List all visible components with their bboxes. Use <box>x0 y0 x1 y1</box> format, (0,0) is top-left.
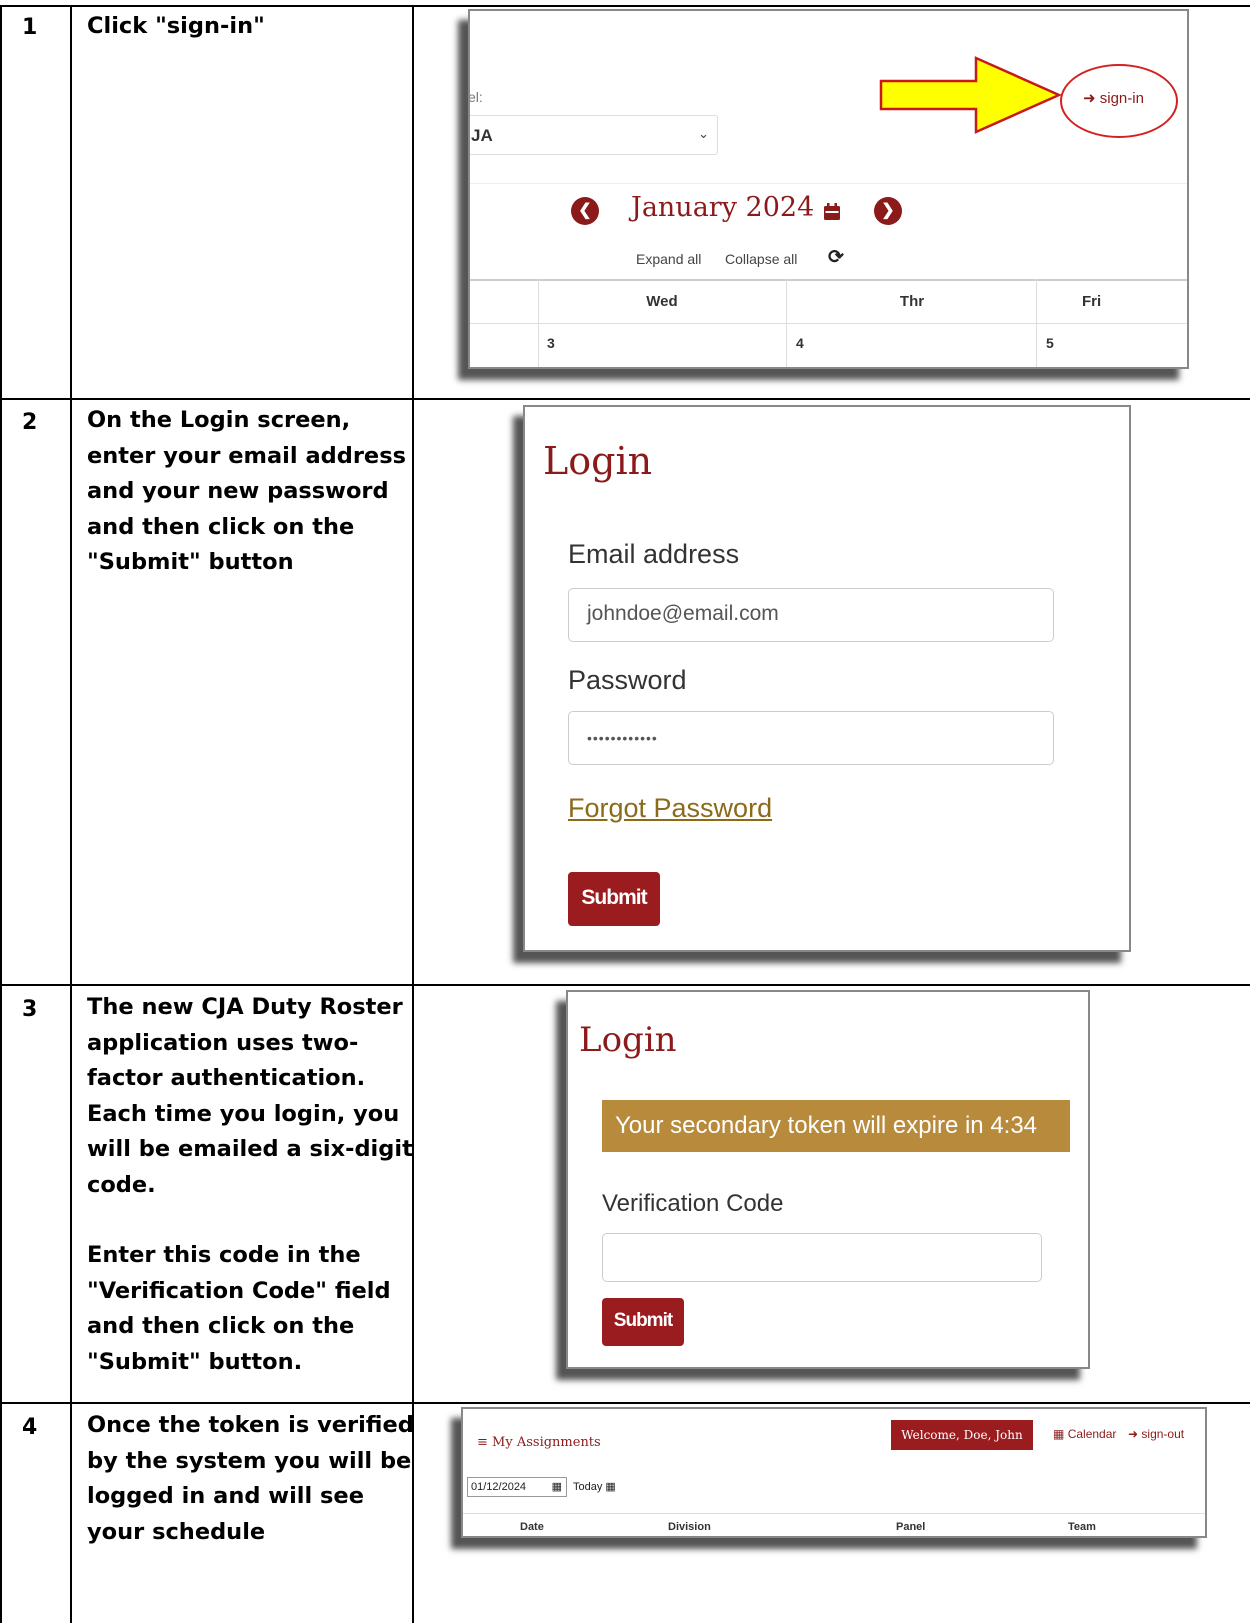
calendar-icon[interactable] <box>822 202 842 222</box>
month-title: January 2024 <box>631 192 815 223</box>
next-month-button[interactable]: ❯ <box>874 197 902 225</box>
row-divider-3 <box>0 1402 1250 1404</box>
row-divider-1 <box>0 398 1250 400</box>
table-border-top <box>0 5 1250 7</box>
screenshot-assignments: ≡ My Assignments Welcome, Doe, John ▦ Ca… <box>461 1407 1207 1538</box>
chevron-left-icon: ❮ <box>578 202 592 219</box>
forgot-password-link[interactable]: Forgot Password <box>568 793 772 824</box>
calendar-grid-header-line <box>470 323 1187 324</box>
day-header-wed: Wed <box>646 293 678 310</box>
day-header-fri: Fri <box>1082 293 1102 310</box>
chevron-right-icon: ❯ <box>881 202 895 219</box>
calendar-grid-top <box>470 279 1187 281</box>
step-text: Click "sign-in" <box>87 13 265 39</box>
instructions-table: 1 Click "sign-in" el: JA ⌄ ❮ January 202… <box>0 5 1250 1623</box>
screenshot-calendar: el: JA ⌄ ❮ January 2024 ❯ Expand all Col… <box>468 9 1189 369</box>
my-assignments-label: My Assignments <box>492 1435 601 1450</box>
email-label: Email address <box>568 539 740 569</box>
row-divider-2 <box>0 984 1250 986</box>
header-divider <box>470 183 1187 184</box>
step-text: The new CJA Duty Roster application uses… <box>87 994 413 1198</box>
email-value: johndoe@email.com <box>587 602 779 625</box>
screenshot-login: Login Email address johndoe@email.com Pa… <box>523 405 1131 952</box>
checklist-icon: ≡ <box>477 1435 488 1450</box>
step-number: 1 <box>22 15 38 40</box>
step-text: Once the token is verified by the system… <box>87 1412 414 1545</box>
my-assignments-title: ≡ My Assignments <box>477 1435 601 1450</box>
email-field[interactable]: johndoe@email.com <box>568 588 1054 642</box>
expand-all-link[interactable]: Expand all <box>636 251 701 267</box>
screenshot-verification: Login Your secondary token will expire i… <box>566 990 1090 1369</box>
password-field[interactable]: •••••••••••• <box>568 711 1054 765</box>
column-header-date: Date <box>520 1521 544 1533</box>
submit-button[interactable]: Submit <box>568 872 660 926</box>
chevron-down-icon: ⌄ <box>698 126 709 141</box>
calendar-link[interactable]: ▦ Calendar <box>1053 1427 1116 1441</box>
today-button[interactable]: Today ▦ <box>573 1480 616 1493</box>
date-cell-number: 5 <box>1046 335 1054 351</box>
step-text: On the Login screen, enter your email ad… <box>87 407 406 575</box>
day-header-thr: Thr <box>899 293 925 310</box>
prev-month-button[interactable]: ❮ <box>571 197 599 225</box>
calendar-icon: ▦ <box>1053 1427 1065 1441</box>
calendar-column-line <box>786 279 787 367</box>
login-title: Login <box>579 1020 677 1060</box>
step-description: The new CJA Duty Roster application uses… <box>87 990 417 1380</box>
step-number: 4 <box>22 1415 38 1440</box>
calendar-icon: ▦ <box>605 1481 616 1493</box>
column-header-division: Division <box>668 1521 711 1533</box>
table-header-divider <box>463 1513 1205 1514</box>
welcome-badge[interactable]: Welcome, Doe, John <box>891 1420 1033 1450</box>
table-border-left <box>0 5 2 1623</box>
panel-select[interactable]: JA ⌄ <box>470 115 718 155</box>
sign-out-icon: ➜ <box>1128 1427 1139 1441</box>
calendar-link-label: Calendar <box>1067 1427 1117 1441</box>
password-label: Password <box>568 665 687 695</box>
step-text: Enter this code in the "Verification Cod… <box>87 1242 391 1375</box>
date-value: 01/12/2024 <box>471 1481 527 1493</box>
step-number: 2 <box>22 410 38 435</box>
step-description: Click "sign-in" <box>87 9 417 45</box>
login-title: Login <box>543 439 653 483</box>
panel-select-value: JA <box>471 126 493 145</box>
verification-code-label: Verification Code <box>602 1190 784 1217</box>
submit-button[interactable]: Submit <box>602 1298 684 1346</box>
collapse-all-link[interactable]: Collapse all <box>725 251 797 267</box>
table-divider-description <box>412 5 414 1623</box>
column-header-panel: Panel <box>896 1521 926 1533</box>
partial-label: el: <box>468 89 483 105</box>
step-number: 3 <box>22 997 38 1022</box>
sign-in-icon: ➜ <box>1083 90 1096 107</box>
date-cell-number: 3 <box>547 335 555 351</box>
calendar-column-line <box>1036 279 1037 367</box>
step-description: On the Login screen, enter your email ad… <box>87 403 417 581</box>
refresh-icon[interactable]: ⟳ <box>828 246 844 269</box>
verification-code-input[interactable] <box>602 1233 1042 1282</box>
sign-in-label: sign-in <box>1099 90 1144 107</box>
yellow-arrow-icon <box>879 56 1062 134</box>
date-cell-number: 4 <box>796 335 804 351</box>
today-label: Today <box>573 1481 603 1493</box>
step-description: Once the token is verified by the system… <box>87 1408 417 1550</box>
table-divider-number <box>70 5 72 1623</box>
sign-in-link[interactable]: ➜ sign-in <box>1083 89 1144 107</box>
date-input[interactable]: 01/12/2024 ▦ <box>467 1477 567 1497</box>
column-header-team: Team <box>1068 1521 1096 1533</box>
token-expiry-banner: Your secondary token will expire in 4:34 <box>602 1100 1070 1152</box>
sign-out-link[interactable]: ➜ sign-out <box>1128 1427 1184 1441</box>
calendar-picker-icon[interactable]: ▦ <box>552 1478 562 1496</box>
password-value: •••••••••••• <box>587 730 658 746</box>
sign-out-label: sign-out <box>1141 1427 1185 1441</box>
